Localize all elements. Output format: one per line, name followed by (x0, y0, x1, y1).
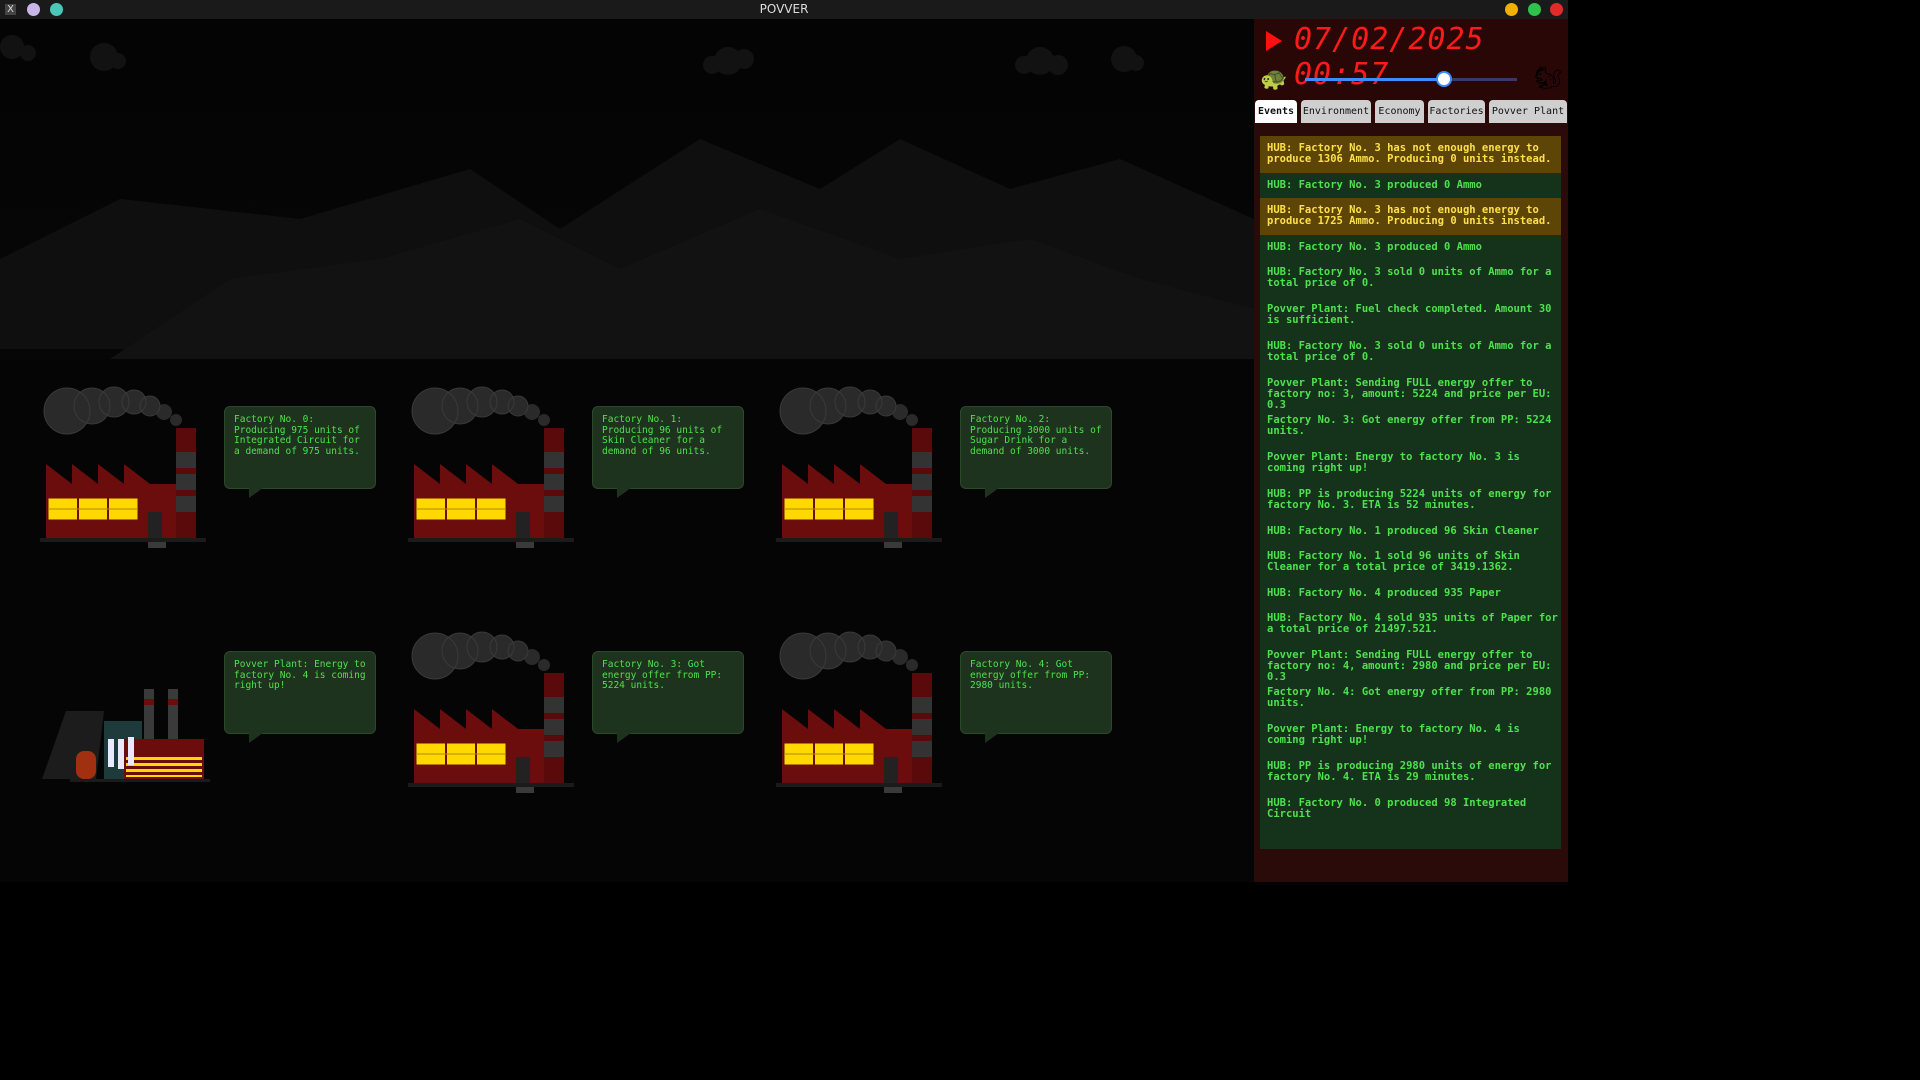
tab-factories[interactable]: Factories (1428, 100, 1485, 123)
tab-environment[interactable]: Environment (1301, 100, 1371, 123)
speech-bubble: Factory No. 4: Got energy offer from PP:… (960, 651, 1112, 743)
speech-bubble: Factory No. 1: Producing 96 units of Ski… (592, 406, 744, 498)
power-plant-icon (40, 629, 210, 803)
event-log-item: Povver Plant: Fuel check completed. Amou… (1267, 303, 1552, 326)
event-log-item: HUB: Factory No. 3 has not enough energy… (1260, 136, 1561, 173)
event-log-item: HUB: Factory No. 4 sold 935 units of Pap… (1267, 612, 1558, 635)
event-log-item: Factory No. 4: Got energy offer from PP:… (1267, 686, 1552, 709)
event-log-item: HUB: Factory No. 3 produced 0 Ammo (1267, 179, 1482, 191)
speech-bubble: Povver Plant: Energy to factory No. 4 is… (224, 651, 376, 743)
sim-datetime: 07/02/2025 00:57 (1294, 22, 1485, 92)
speed-slider-fill (1305, 78, 1443, 81)
event-log-item: HUB: Factory No. 3 sold 0 units of Ammo … (1267, 340, 1552, 363)
event-log-item: HUB: Factory No. 0 produced 98 Integrate… (1267, 797, 1527, 820)
window-titlebar: X POVVER (0, 0, 1568, 19)
factory-icon (40, 384, 210, 558)
window-title: POVVER (759, 2, 809, 16)
panel-tabs: Events Environment Economy Factories Pov… (1254, 100, 1568, 124)
event-log-item: HUB: Factory No. 3 has not enough energy… (1260, 198, 1561, 235)
turtle-icon: 🐢 (1260, 67, 1288, 92)
squirrel-icon: 🐿 (1534, 66, 1562, 91)
speech-bubble: Factory No. 2: Producing 3000 units of S… (960, 406, 1112, 498)
play-icon[interactable] (1266, 31, 1282, 51)
event-log-item: Povver Plant: Energy to factory No. 3 is… (1267, 451, 1520, 474)
event-log-item: HUB: Factory No. 1 sold 96 units of Skin… (1267, 550, 1520, 573)
events-log[interactable]: HUB: Factory No. 3 has not enough energy… (1260, 136, 1561, 849)
speed-slider-knob[interactable] (1435, 71, 1452, 87)
event-log-item: HUB: Factory No. 3 produced 0 Ammo (1267, 241, 1482, 253)
minimize-button[interactable] (1505, 3, 1518, 16)
tab-economy[interactable]: Economy (1375, 100, 1424, 123)
event-log-item: HUB: Factory No. 4 produced 935 Paper (1267, 587, 1501, 599)
maximize-button[interactable] (1528, 3, 1541, 16)
event-log-item: HUB: Factory No. 1 produced 96 Skin Clea… (1267, 525, 1539, 537)
event-log-item: Povver Plant: Sending FULL energy offer … (1267, 649, 1552, 683)
event-log-item: Povver Plant: Energy to factory No. 4 is… (1267, 723, 1520, 746)
factory-icon (776, 629, 946, 803)
event-log-item: HUB: Factory No. 3 sold 0 units of Ammo … (1267, 266, 1552, 289)
tab-events[interactable]: Events (1255, 100, 1297, 123)
close-button[interactable] (1550, 3, 1563, 16)
factory-icon (776, 384, 946, 558)
speed-slider[interactable] (1305, 71, 1517, 87)
event-log-item: HUB: PP is producing 2980 units of energ… (1267, 760, 1552, 783)
factory-icon (408, 384, 578, 558)
tab-povver-plant[interactable]: Povver Plant (1489, 100, 1567, 123)
speech-bubble: Factory No. 0: Producing 975 units of In… (224, 406, 376, 498)
event-log-item: HUB: PP is producing 5224 units of energ… (1267, 488, 1552, 511)
side-panel: 07/02/2025 00:57 🐢 🐿 Events Environment … (1254, 19, 1568, 882)
simulation-scene: Factory No. 0: Producing 975 units of In… (0, 19, 1254, 882)
event-log-item: Factory No. 3: Got energy offer from PP:… (1267, 414, 1552, 437)
event-log-item: Povver Plant: Sending FULL energy offer … (1267, 377, 1552, 411)
speech-bubble: Factory No. 3: Got energy offer from PP:… (592, 651, 744, 743)
factory-icon (408, 629, 578, 803)
